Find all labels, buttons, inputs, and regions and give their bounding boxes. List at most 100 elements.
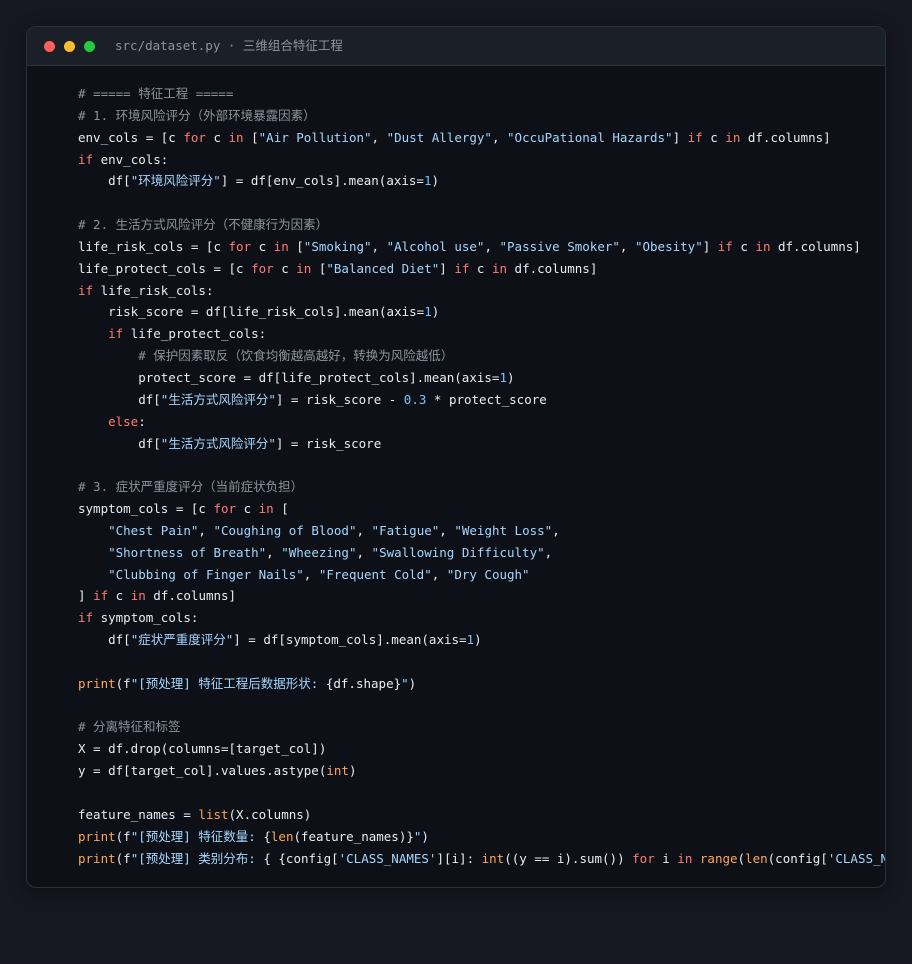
close-window-dot-icon[interactable] (44, 41, 55, 52)
code-token: ] = df[env_cols].mean(axis= (220, 173, 424, 189)
code-token: ) (431, 173, 440, 189)
code-token: c (205, 129, 229, 145)
code-token: df[ (78, 173, 131, 189)
code-line: risk_score = df[life_risk_cols].mean(axi… (78, 301, 885, 323)
code-token: c (732, 238, 756, 254)
code-token: ] (672, 129, 688, 145)
code-token: if (454, 260, 470, 276)
code-token: "Smoking" (303, 238, 372, 254)
code-token: ] = df[symptom_cols].mean(axis= (233, 632, 467, 648)
code-token: in (755, 238, 771, 254)
code-token: "症状严重度评分" (130, 632, 234, 648)
code-line: # ===== 特征工程 ===== (78, 83, 885, 105)
code-line: if symptom_cols: (78, 607, 885, 629)
code-token: if (78, 610, 94, 626)
code-token: int (481, 850, 505, 866)
code-token: in (677, 850, 693, 866)
code-token: "Alcohol use" (386, 238, 485, 254)
code-token: "Coughing of Blood" (213, 522, 357, 538)
code-token: 1 (466, 632, 475, 648)
code-token: 'CLASS_NAMES' (338, 850, 437, 866)
code-token: * protect_score (426, 391, 547, 407)
code-token: ][i]: (436, 850, 482, 866)
code-token: life_risk_cols = [c (78, 238, 229, 254)
code-token: "Obesity" (634, 238, 703, 254)
code-token: " (401, 675, 409, 691)
code-token: ) (408, 675, 417, 691)
minimize-window-dot-icon[interactable] (64, 41, 75, 52)
code-token: , (266, 544, 282, 560)
code-token: df[ (78, 632, 131, 648)
code-token: for (251, 260, 274, 276)
code-token: (config[ (767, 850, 828, 866)
code-token: life_protect_cols = [c (78, 260, 252, 276)
code-token: ) (421, 828, 429, 844)
code-token: ) (348, 763, 357, 779)
code-token: print (78, 675, 116, 691)
code-token: , (439, 522, 455, 538)
code-token: life_protect_cols: (123, 326, 267, 342)
code-token: "[预处理] 类别分布: (130, 850, 264, 866)
code-token: "Swallowing Difficulty" (371, 544, 545, 560)
code-line: life_risk_cols = [c for c in ["Smoking",… (78, 236, 885, 258)
code-token: 1 (499, 369, 507, 385)
code-token: len (270, 828, 294, 844)
code-line: if life_protect_cols: (78, 323, 885, 345)
code-line: if env_cols: (78, 149, 885, 171)
code-token: "生活方式风险评分" (160, 391, 276, 407)
code-token: 1 (424, 304, 432, 320)
code-token: , (544, 544, 553, 560)
code-editor[interactable]: # ===== 特征工程 ===== # 1. 环境风险评分（外部环境暴露因素） e… (78, 83, 885, 869)
code-token: , (552, 522, 560, 538)
code-token: else (108, 413, 139, 429)
code-token: "Frequent Cold" (318, 566, 432, 582)
code-token: ] = risk_score - (275, 391, 404, 407)
code-token: ] (702, 238, 718, 254)
code-token: df[ (78, 391, 161, 407)
window-title: src/dataset.py · 三维组合特征工程 (115, 38, 343, 53)
code-token: c (236, 501, 259, 517)
code-token: range (699, 850, 738, 866)
code-token: int (326, 763, 349, 779)
code-token: { {config[ (263, 850, 339, 866)
code-line: else: (78, 411, 885, 433)
code-token: (X.columns) (228, 806, 312, 822)
code-token: in (130, 588, 146, 604)
maximize-window-dot-icon[interactable] (84, 41, 95, 52)
code-line: print(f"[预处理] 类别分布: { {config['CLASS_NAM… (78, 848, 885, 870)
code-token: df.columns] (770, 238, 861, 254)
code-token: (f (115, 675, 131, 691)
code-token: ((y == i).sum()) (504, 850, 633, 866)
code-token: if (78, 151, 94, 167)
code-token: for (228, 238, 252, 254)
code-token: print (78, 828, 116, 844)
code-window: src/dataset.py · 三维组合特征工程 # ===== 特征工程 =… (26, 26, 886, 888)
code-line: protect_score = df[life_protect_cols].me… (78, 367, 885, 389)
code-token: "Wheezing" (281, 544, 357, 560)
code-token: ) (474, 632, 482, 648)
code-line: df["生活方式风险评分"] = risk_score - 0.3 * prot… (78, 389, 885, 411)
code-token: env_cols: (93, 151, 169, 167)
code-token: (feature_names)} (293, 828, 414, 844)
code-token: if (717, 238, 733, 254)
code-line: symptom_cols = [c for c in [ (78, 498, 885, 520)
code-token: in (258, 501, 274, 517)
code-token: , (431, 566, 447, 582)
code-token: "Air Pollution" (258, 129, 372, 145)
code-token: "Dry Cough" (446, 566, 530, 582)
code-token: "生活方式风险评分" (160, 435, 276, 451)
code-token: c (251, 238, 274, 254)
code-token: env_cols = [c (78, 129, 184, 145)
code-token: list (198, 806, 229, 822)
code-token: "Shortness of Breath" (108, 544, 267, 560)
code-token: "Chest Pain" (108, 522, 199, 538)
code-token: [ (311, 260, 327, 276)
code-token: ( (737, 850, 746, 866)
code-token: X = df.drop(columns=[target_col]) (78, 741, 327, 757)
code-token: "Balanced Diet" (326, 260, 440, 276)
code-token: symptom_cols = [c (78, 501, 214, 517)
